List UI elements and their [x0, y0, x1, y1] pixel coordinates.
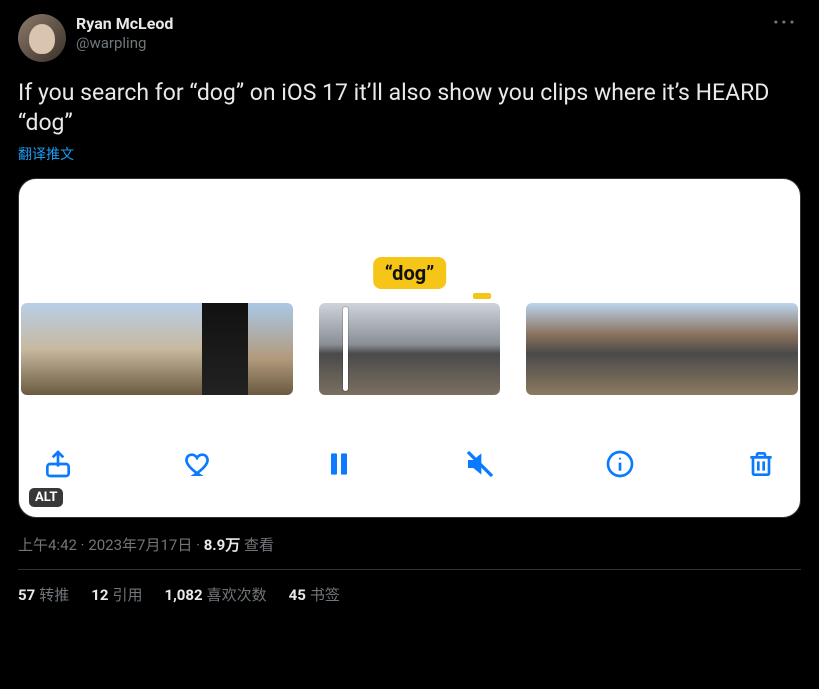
- timeline-frame: [617, 303, 662, 395]
- timeline-frame: [248, 303, 293, 395]
- media-toolbar: [35, 439, 784, 489]
- timeline-frame: [662, 303, 707, 395]
- quotes-stat[interactable]: 12引用: [91, 584, 142, 605]
- views-label: 查看: [240, 536, 274, 554]
- author-block[interactable]: Ryan McLeod @warpling: [76, 14, 769, 52]
- tweet-text: If you search for “dog” on iOS 17 it’ll …: [18, 78, 801, 138]
- timeline-frame: [66, 303, 111, 395]
- display-name: Ryan McLeod: [76, 14, 769, 34]
- info-icon[interactable]: [597, 441, 643, 487]
- likes-stat[interactable]: 1,082喜欢次数: [164, 584, 266, 605]
- stats-row: 57转推 12引用 1,082喜欢次数 45书签: [18, 570, 801, 619]
- timeline-frame: [112, 303, 157, 395]
- share-icon[interactable]: [35, 441, 81, 487]
- clip-group-2[interactable]: [319, 303, 500, 395]
- mute-icon[interactable]: [457, 441, 503, 487]
- timeline-frame: [526, 303, 571, 395]
- more-icon[interactable]: ···: [769, 10, 801, 34]
- heart-icon[interactable]: [176, 441, 222, 487]
- clip-group-1[interactable]: [21, 303, 293, 395]
- clip-group-3[interactable]: [526, 303, 798, 395]
- tweet-time[interactable]: 上午4:42: [18, 536, 77, 554]
- trash-icon[interactable]: [738, 441, 784, 487]
- timeline-frame: [157, 303, 202, 395]
- translate-link[interactable]: 翻译推文: [18, 144, 801, 164]
- tweet-container: Ryan McLeod @warpling ··· If you search …: [0, 0, 819, 619]
- tweet-header: Ryan McLeod @warpling ···: [18, 14, 801, 62]
- timeline-frame: [707, 303, 752, 395]
- bookmarks-stat[interactable]: 45书签: [289, 584, 340, 605]
- timeline-frame: [455, 303, 500, 395]
- views-count: 8.9万: [204, 536, 241, 554]
- avatar[interactable]: [18, 14, 66, 62]
- timeline-frame: [753, 303, 798, 395]
- timeline-frame: [364, 303, 409, 395]
- video-timeline[interactable]: [19, 303, 800, 395]
- caption-indicator: [473, 293, 491, 299]
- timeline-frame: [319, 303, 364, 395]
- tweet-meta: 上午4:42 · 2023年7月17日 · 8.9万 查看: [18, 534, 801, 555]
- timeline-frame: [21, 303, 66, 395]
- alt-badge[interactable]: ALT: [29, 488, 63, 507]
- pause-icon[interactable]: [316, 441, 362, 487]
- handle: @warpling: [76, 34, 769, 52]
- retweets-stat[interactable]: 57转推: [18, 584, 69, 605]
- tweet-date[interactable]: 2023年7月17日: [88, 536, 192, 554]
- timeline-frame: [571, 303, 616, 395]
- playhead[interactable]: [343, 307, 348, 391]
- timeline-frame: [202, 303, 247, 395]
- caption-bubble: “dog”: [373, 257, 447, 289]
- timeline-frame: [410, 303, 455, 395]
- media-card[interactable]: “dog”: [18, 178, 801, 518]
